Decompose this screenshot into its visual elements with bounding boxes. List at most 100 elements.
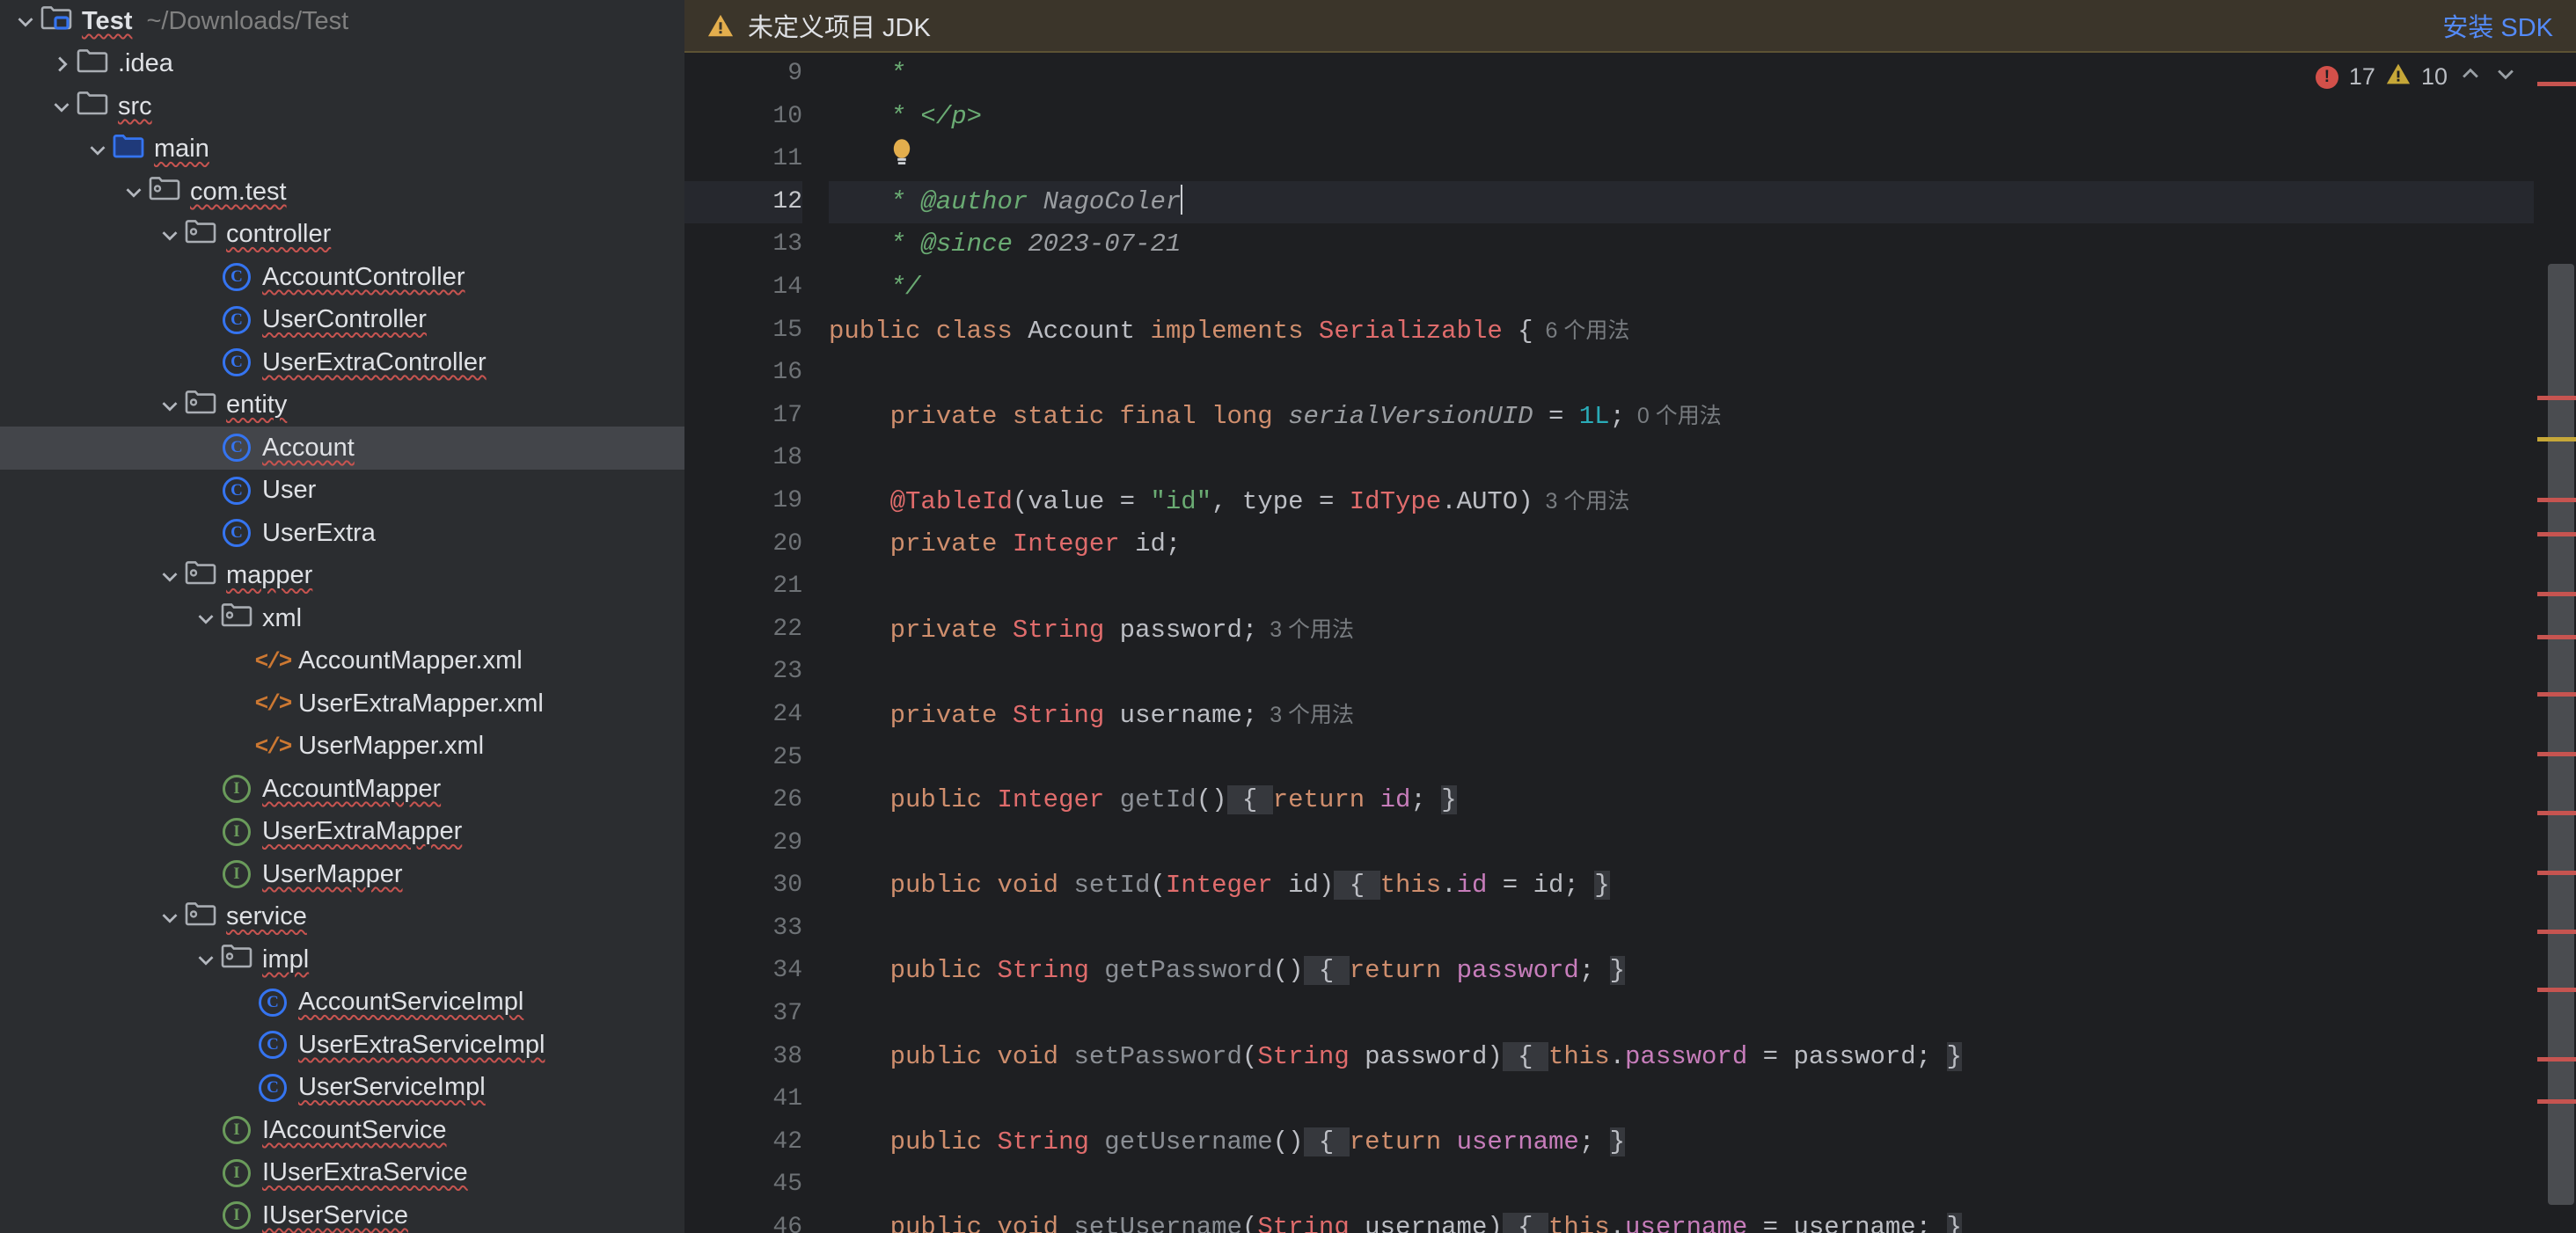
tree-item-usermapper-xml[interactable]: </> UserMapper.xml [0,726,684,769]
error-stripe-mark[interactable] [2537,532,2576,536]
code-line[interactable] [829,908,2576,951]
project-tree-panel[interactable]: Test ~/Downloads/Test .idea src main com.test… [0,0,684,1233]
intention-bulb-icon[interactable] [890,138,913,184]
code-line[interactable] [829,1164,2576,1207]
code-token: password [1625,1041,1748,1071]
code-line[interactable]: public Integer getId() { return id; } [829,779,2576,822]
tree-item-userextramapper[interactable]: I UserExtraMapper [0,811,684,854]
code-line[interactable]: public String getPassword() { return pas… [829,950,2576,993]
code-line[interactable]: public class Account implements Serializ… [829,310,2576,353]
chevron-down-icon[interactable] [157,392,183,419]
tree-item-label: IAccountService [262,1115,447,1144]
tree-item-user[interactable]: C User [0,470,684,513]
tree-item-account[interactable]: C Account [0,427,684,470]
tree-item-iuserservice[interactable]: I IUserService [0,1194,684,1233]
tree-item-accountcontroller[interactable]: C AccountController [0,256,684,299]
chevron-down-icon[interactable] [12,8,39,34]
chevron-down-icon[interactable] [121,179,147,205]
chevron-down-icon[interactable] [84,136,111,163]
error-stripe-mark[interactable] [2537,396,2576,400]
chevron-down-icon[interactable] [157,904,183,930]
chevron-down-icon[interactable] [193,605,219,631]
code-line[interactable]: * </p> [829,96,2576,139]
code-line[interactable]: public void setId(Integer id) { this.id … [829,865,2576,908]
tree-item-usermapper[interactable]: I UserMapper [0,853,684,896]
error-stripe-mark[interactable] [2537,930,2576,934]
tree-item-iaccountservice[interactable]: I IAccountService [0,1109,684,1152]
tree-item-entity[interactable]: entity [0,384,684,427]
tree-item-service[interactable]: service [0,896,684,939]
tree-item-controller[interactable]: controller [0,214,684,257]
code-line[interactable] [829,993,2576,1036]
code-line[interactable]: @TableId(value = "id", type = IdType.AUT… [829,480,2576,523]
chevron-down-icon[interactable] [2493,62,2518,92]
tree-item-userserviceimpl[interactable]: C UserServiceImpl [0,1067,684,1110]
error-stripe-mark[interactable] [2537,1057,2576,1062]
tree-item-userextraserviceimpl[interactable]: C UserExtraServiceImpl [0,1024,684,1067]
code-line[interactable] [829,737,2576,780]
chevron-down-icon[interactable] [48,93,75,120]
code-line[interactable] [829,437,2576,480]
error-stripe-mark[interactable] [2537,1099,2576,1104]
tree-item-impl[interactable]: impl [0,938,684,981]
chevron-down-icon[interactable] [193,946,219,973]
tree-item-mapper[interactable]: mapper [0,555,684,598]
code-line[interactable]: * @since 2023-07-21 [829,223,2576,266]
code-line[interactable] [829,1078,2576,1121]
tree-item-userextracontroller[interactable]: C UserExtraController [0,341,684,384]
editor-scrollbar-thumb[interactable] [2548,264,2574,1205]
code-line[interactable]: private Integer id; [829,523,2576,566]
error-stripe-mark[interactable] [2537,635,2576,639]
code-line[interactable]: public String getUsername() { return use… [829,1121,2576,1164]
code-line[interactable] [829,565,2576,609]
code-token: ; [1578,1127,1610,1156]
code-line[interactable]: * [829,53,2576,96]
error-stripe-mark[interactable] [2537,692,2576,697]
line-number-gutter[interactable]: 9 10 11 12 13 14 15 16 17 18 19 20 21 22 23 24 25 ›26 29 ›3… [684,53,818,1233]
chevron-up-icon[interactable] [2458,62,2483,92]
install-sdk-link[interactable]: 安装 SDK [2442,7,2553,44]
error-stripe-mark[interactable] [2537,498,2576,502]
code-line[interactable]: public void setUsername(String username)… [829,1207,2576,1233]
chevron-right-icon[interactable] [48,51,75,77]
tree-item-userextra[interactable]: C UserExtra [0,512,684,555]
code-line[interactable] [829,651,2576,694]
error-stripe-mark[interactable] [2537,752,2576,756]
code-editor[interactable]: 9 10 11 12 13 14 15 16 17 18 19 20 21 22 23 24 25 ›26 29 ›3… [684,53,2576,1233]
interface-icon: I [223,1116,251,1145]
tree-item-accountmapper-xml[interactable]: </> AccountMapper.xml [0,640,684,683]
tree-item-accountmapper[interactable]: I AccountMapper [0,768,684,811]
error-stripe-mark[interactable] [2537,988,2576,992]
code-token: Serializable [1318,316,1503,346]
tree-item-xml[interactable]: xml [0,597,684,640]
code-line[interactable] [829,138,2576,181]
code-line[interactable]: public void setPassword(String password)… [829,1036,2576,1079]
tree-item-userextramapper-xml[interactable]: </> UserExtraMapper.xml [0,682,684,726]
error-stripe-mark[interactable] [2537,811,2576,815]
code-line[interactable] [829,352,2576,395]
chevron-down-icon[interactable] [157,222,183,248]
code-line[interactable] [829,822,2576,865]
tree-item-idea[interactable]: .idea [0,43,684,86]
tree-item-iuserextraservice[interactable]: I IUserExtraService [0,1152,684,1195]
error-stripe[interactable] [2534,53,2576,1233]
code-line[interactable]: */ [829,266,2576,310]
chevron-down-icon[interactable] [157,563,183,589]
error-stripe-mark[interactable] [2537,871,2576,875]
tree-item-test[interactable]: Test ~/Downloads/Test [0,0,684,43]
error-stripe-mark[interactable] [2537,592,2576,596]
error-stripe-mark[interactable] [2537,82,2576,86]
code-content[interactable]: * * </p> * @author NagoColer * @since 20… [818,53,2576,1233]
code-token: , type = [1211,486,1350,516]
tree-item-main[interactable]: main [0,128,684,171]
tree-item-com-test[interactable]: com.test [0,171,684,214]
code-line[interactable]: private String username; 3 个用法 [829,694,2576,737]
code-line[interactable]: private String password; 3 个用法 [829,609,2576,652]
code-line[interactable]: * @author NagoColer [829,180,2576,224]
tree-item-src[interactable]: src [0,85,684,128]
inspection-widget[interactable]: ! 17 10 [2315,62,2518,92]
error-stripe-mark[interactable] [2537,437,2576,441]
code-line[interactable]: private static final long serialVersionU… [829,395,2576,438]
tree-item-accountserviceimpl[interactable]: C AccountServiceImpl [0,981,684,1025]
tree-item-usercontroller[interactable]: C UserController [0,299,684,342]
